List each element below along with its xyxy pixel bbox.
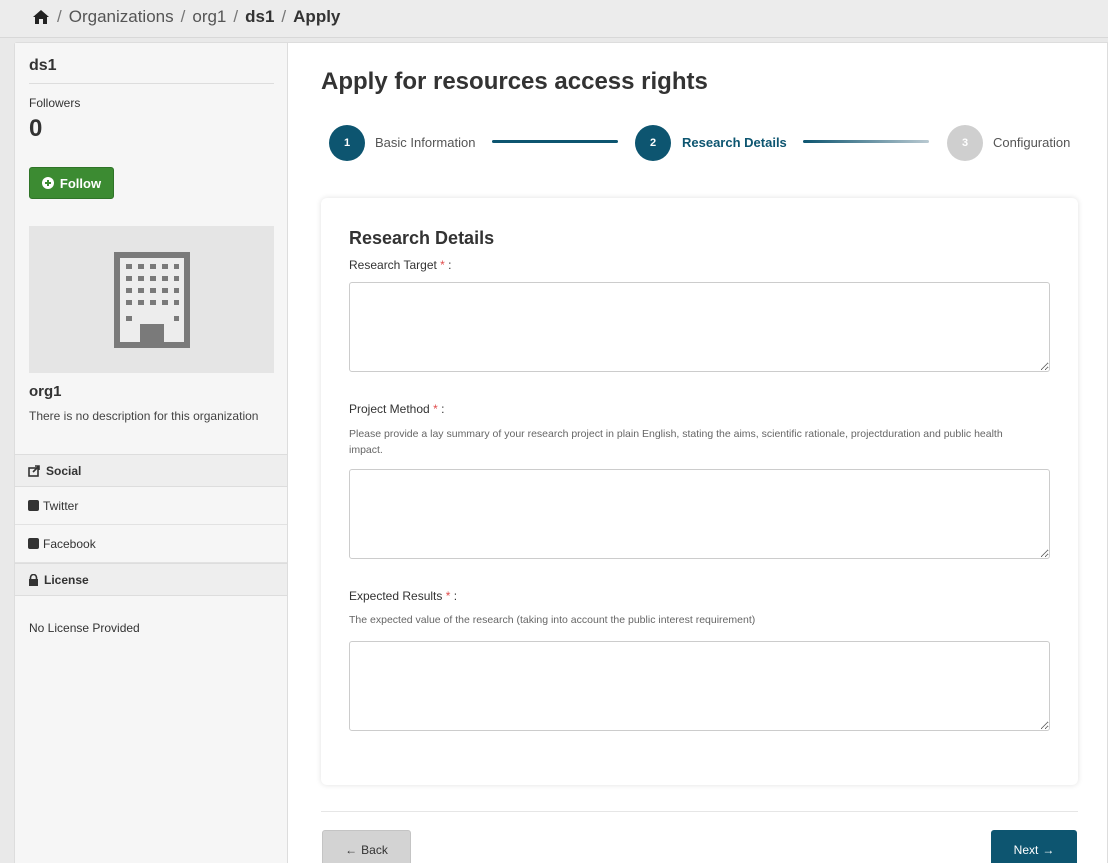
page-title: Apply for resources access rights: [321, 68, 708, 95]
research-details-card: Research Details Research Target * : Pro…: [321, 198, 1078, 785]
social-heading-label: Social: [46, 463, 82, 478]
project-method-help: Please provide a lay summary of your res…: [349, 428, 1003, 456]
step-3-label: Configuration: [993, 135, 1071, 150]
next-button-label: Next: [1013, 843, 1039, 857]
social-heading: Social: [15, 454, 287, 487]
expected-results-textarea[interactable]: [349, 641, 1050, 731]
plus-circle-icon: [41, 177, 54, 189]
research-target-label: Research Target * :: [349, 258, 452, 272]
home-icon[interactable]: [32, 9, 50, 25]
social-link-facebook[interactable]: Facebook: [15, 525, 287, 563]
step-1-circle: 1: [329, 125, 365, 161]
step-1-label: Basic Information: [375, 135, 476, 150]
step-connector-2: [803, 140, 929, 143]
social-link-twitter[interactable]: Twitter: [15, 487, 287, 525]
research-target-textarea[interactable]: [349, 282, 1050, 372]
twitter-link-label: Twitter: [43, 498, 79, 513]
license-heading-label: License: [44, 572, 89, 587]
share-icon: [28, 464, 40, 477]
back-button-label: Back: [361, 843, 388, 857]
breadcrumb-separator: /: [57, 7, 62, 26]
facebook-link-label: Facebook: [43, 536, 96, 551]
breadcrumb-bar: / Organizations / org1 / ds1 / Apply: [0, 0, 1108, 38]
breadcrumb-separator: /: [233, 7, 239, 26]
twitter-icon: [28, 500, 39, 511]
next-button[interactable]: Next →: [991, 830, 1077, 863]
dataset-title: ds1: [29, 57, 57, 74]
expected-results-help: The expected value of the research (taki…: [349, 614, 756, 626]
project-method-textarea[interactable]: [349, 469, 1050, 559]
step-2-label: Research Details: [682, 135, 787, 150]
facebook-icon: [28, 538, 39, 549]
breadcrumb-separator: /: [180, 7, 186, 26]
breadcrumb-ds1[interactable]: ds1: [245, 7, 274, 27]
breadcrumb-separator: /: [281, 7, 287, 26]
followers-label: Followers: [29, 96, 81, 110]
card-title: Research Details: [349, 228, 495, 248]
follow-button-label: Follow: [59, 175, 102, 191]
breadcrumb-org1[interactable]: org1: [192, 7, 226, 27]
arrow-right-icon: →: [1042, 843, 1055, 857]
divider: [321, 811, 1078, 812]
breadcrumb-apply: Apply: [293, 7, 341, 26]
breadcrumb: / Organizations / org1 / ds1 / Apply: [32, 7, 340, 27]
back-button[interactable]: ← Back: [322, 830, 411, 863]
organization-name[interactable]: org1: [29, 383, 62, 400]
step-2-circle: 2: [635, 125, 671, 161]
building-icon: [113, 251, 190, 348]
divider: [29, 83, 274, 84]
license-text: No License Provided: [29, 621, 140, 635]
organization-image: [29, 226, 274, 373]
project-method-label: Project Method * :: [349, 402, 445, 416]
followers-count: 0: [29, 115, 43, 142]
page-container: ds1 Followers 0 Follow org1 There is no …: [14, 42, 1108, 863]
step-connector-1: [492, 140, 618, 143]
organization-description: There is no description for this organiz…: [29, 409, 259, 423]
arrow-left-icon: ←: [345, 843, 358, 857]
sidebar: ds1 Followers 0 Follow org1 There is no …: [15, 43, 288, 863]
expected-results-label: Expected Results * :: [349, 589, 458, 603]
lock-icon: [29, 573, 38, 586]
follow-button[interactable]: Follow: [29, 167, 114, 199]
license-heading: License: [15, 563, 287, 596]
step-3-circle: 3: [947, 125, 983, 161]
breadcrumb-organizations[interactable]: Organizations: [69, 7, 174, 27]
